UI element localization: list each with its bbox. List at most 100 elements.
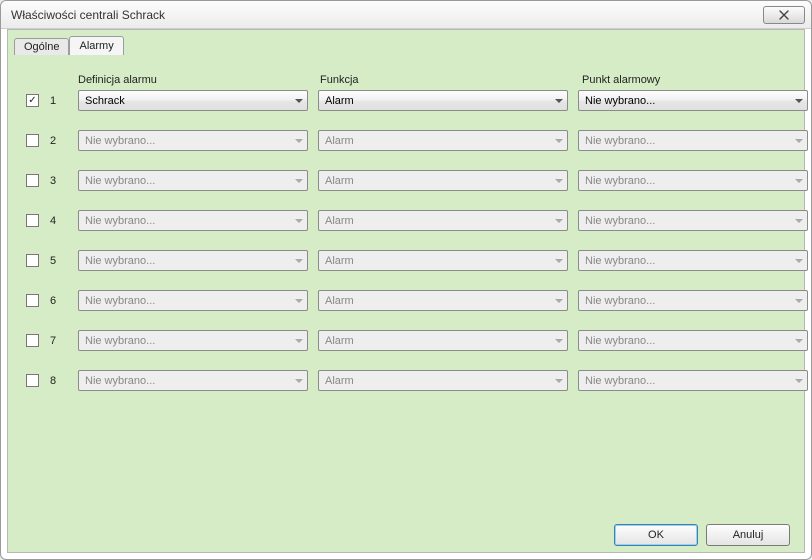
row-checkbox[interactable] (26, 374, 39, 387)
function-combo: Alarm (318, 130, 568, 151)
row-checkbox[interactable] (26, 294, 39, 307)
row-index: 7 (50, 335, 68, 347)
rows-container: ✓ 1 Schrack Alarm Nie wybrano... 2 Nie wybrano… (26, 90, 786, 391)
point-combo: Nie wybrano... (578, 250, 808, 271)
header-point: Punkt alarmowy (582, 74, 812, 86)
definition-combo: Nie wybrano... (78, 130, 308, 151)
chevron-down-icon (795, 259, 803, 263)
point-value: Nie wybrano... (585, 335, 655, 347)
row-checkbox[interactable] (26, 254, 39, 267)
function-value: Alarm (325, 95, 354, 107)
chevron-down-icon (295, 379, 303, 383)
point-value: Nie wybrano... (585, 375, 655, 387)
definition-combo: Nie wybrano... (78, 330, 308, 351)
function-combo: Alarm (318, 290, 568, 311)
function-value: Alarm (325, 135, 354, 147)
definition-combo: Nie wybrano... (78, 250, 308, 271)
function-value: Alarm (325, 255, 354, 267)
alarm-row: 4 Nie wybrano... Alarm Nie wybrano... (26, 210, 786, 231)
titlebar[interactable]: Właściwości centrali Schrack (1, 1, 811, 29)
point-value: Nie wybrano... (585, 255, 655, 267)
row-index: 5 (50, 255, 68, 267)
close-icon (778, 10, 790, 20)
row-checkbox[interactable] (26, 174, 39, 187)
chevron-down-icon (555, 339, 563, 343)
definition-combo: Nie wybrano... (78, 370, 308, 391)
point-combo: Nie wybrano... (578, 130, 808, 151)
header-definition: Definicja alarmu (78, 74, 308, 86)
tab-general[interactable]: Ogólne (14, 38, 69, 55)
cancel-button-label: Anuluj (733, 529, 764, 541)
alarm-row: 7 Nie wybrano... Alarm Nie wybrano... (26, 330, 786, 351)
definition-combo: Nie wybrano... (78, 210, 308, 231)
row-index: 1 (50, 95, 68, 107)
definition-combo[interactable]: Schrack (78, 90, 308, 111)
cancel-button[interactable]: Anuluj (706, 524, 790, 546)
tab-strip: Ogólne Alarmy (14, 36, 124, 55)
alarm-row: 3 Nie wybrano... Alarm Nie wybrano... (26, 170, 786, 191)
point-value: Nie wybrano... (585, 135, 655, 147)
chevron-down-icon (555, 259, 563, 263)
definition-value: Nie wybrano... (85, 375, 155, 387)
tab-alarms[interactable]: Alarmy (69, 36, 123, 55)
row-checkbox[interactable]: ✓ (26, 94, 39, 107)
close-button[interactable] (763, 6, 805, 24)
chevron-down-icon (555, 179, 563, 183)
point-value: Nie wybrano... (585, 295, 655, 307)
point-combo: Nie wybrano... (578, 210, 808, 231)
point-combo: Nie wybrano... (578, 290, 808, 311)
chevron-down-icon (555, 99, 563, 103)
alarm-row: 2 Nie wybrano... Alarm Nie wybrano... (26, 130, 786, 151)
dialog-footer: OK Anuluj (8, 518, 804, 552)
chevron-down-icon (795, 139, 803, 143)
function-value: Alarm (325, 335, 354, 347)
point-combo: Nie wybrano... (578, 330, 808, 351)
row-index: 3 (50, 175, 68, 187)
chevron-down-icon (795, 379, 803, 383)
chevron-down-icon (295, 219, 303, 223)
alarm-row: 8 Nie wybrano... Alarm Nie wybrano... (26, 370, 786, 391)
function-combo: Alarm (318, 330, 568, 351)
chevron-down-icon (295, 139, 303, 143)
ok-button[interactable]: OK (614, 524, 698, 546)
chevron-down-icon (555, 219, 563, 223)
point-value: Nie wybrano... (585, 175, 655, 187)
definition-value: Nie wybrano... (85, 135, 155, 147)
alarm-row: 6 Nie wybrano... Alarm Nie wybrano... (26, 290, 786, 311)
chevron-down-icon (795, 339, 803, 343)
function-combo[interactable]: Alarm (318, 90, 568, 111)
alarm-row: 5 Nie wybrano... Alarm Nie wybrano... (26, 250, 786, 271)
function-combo: Alarm (318, 210, 568, 231)
point-combo: Nie wybrano... (578, 170, 808, 191)
row-checkbox[interactable] (26, 134, 39, 147)
chevron-down-icon (555, 139, 563, 143)
function-combo: Alarm (318, 370, 568, 391)
row-checkbox[interactable] (26, 214, 39, 227)
row-index: 4 (50, 215, 68, 227)
chevron-down-icon (795, 299, 803, 303)
point-value: Nie wybrano... (585, 95, 655, 107)
definition-value: Nie wybrano... (85, 335, 155, 347)
chevron-down-icon (295, 179, 303, 183)
alarms-grid: Definicja alarmu Funkcja Punkt alarmowy … (14, 64, 798, 514)
row-index: 6 (50, 295, 68, 307)
definition-combo: Nie wybrano... (78, 170, 308, 191)
point-combo[interactable]: Nie wybrano... (578, 90, 808, 111)
function-value: Alarm (325, 215, 354, 227)
ok-button-label: OK (648, 529, 664, 541)
chevron-down-icon (795, 179, 803, 183)
chevron-down-icon (795, 219, 803, 223)
chevron-down-icon (295, 299, 303, 303)
chevron-down-icon (295, 339, 303, 343)
definition-value: Nie wybrano... (85, 295, 155, 307)
row-index: 2 (50, 135, 68, 147)
function-value: Alarm (325, 375, 354, 387)
row-index: 8 (50, 375, 68, 387)
point-value: Nie wybrano... (585, 215, 655, 227)
client-area: Ogólne Alarmy Definicja alarmu Funkcja P… (7, 29, 805, 553)
point-combo: Nie wybrano... (578, 370, 808, 391)
function-value: Alarm (325, 175, 354, 187)
definition-combo: Nie wybrano... (78, 290, 308, 311)
row-checkbox[interactable] (26, 334, 39, 347)
dialog-window: Właściwości centrali Schrack Ogólne Alar… (0, 0, 812, 560)
